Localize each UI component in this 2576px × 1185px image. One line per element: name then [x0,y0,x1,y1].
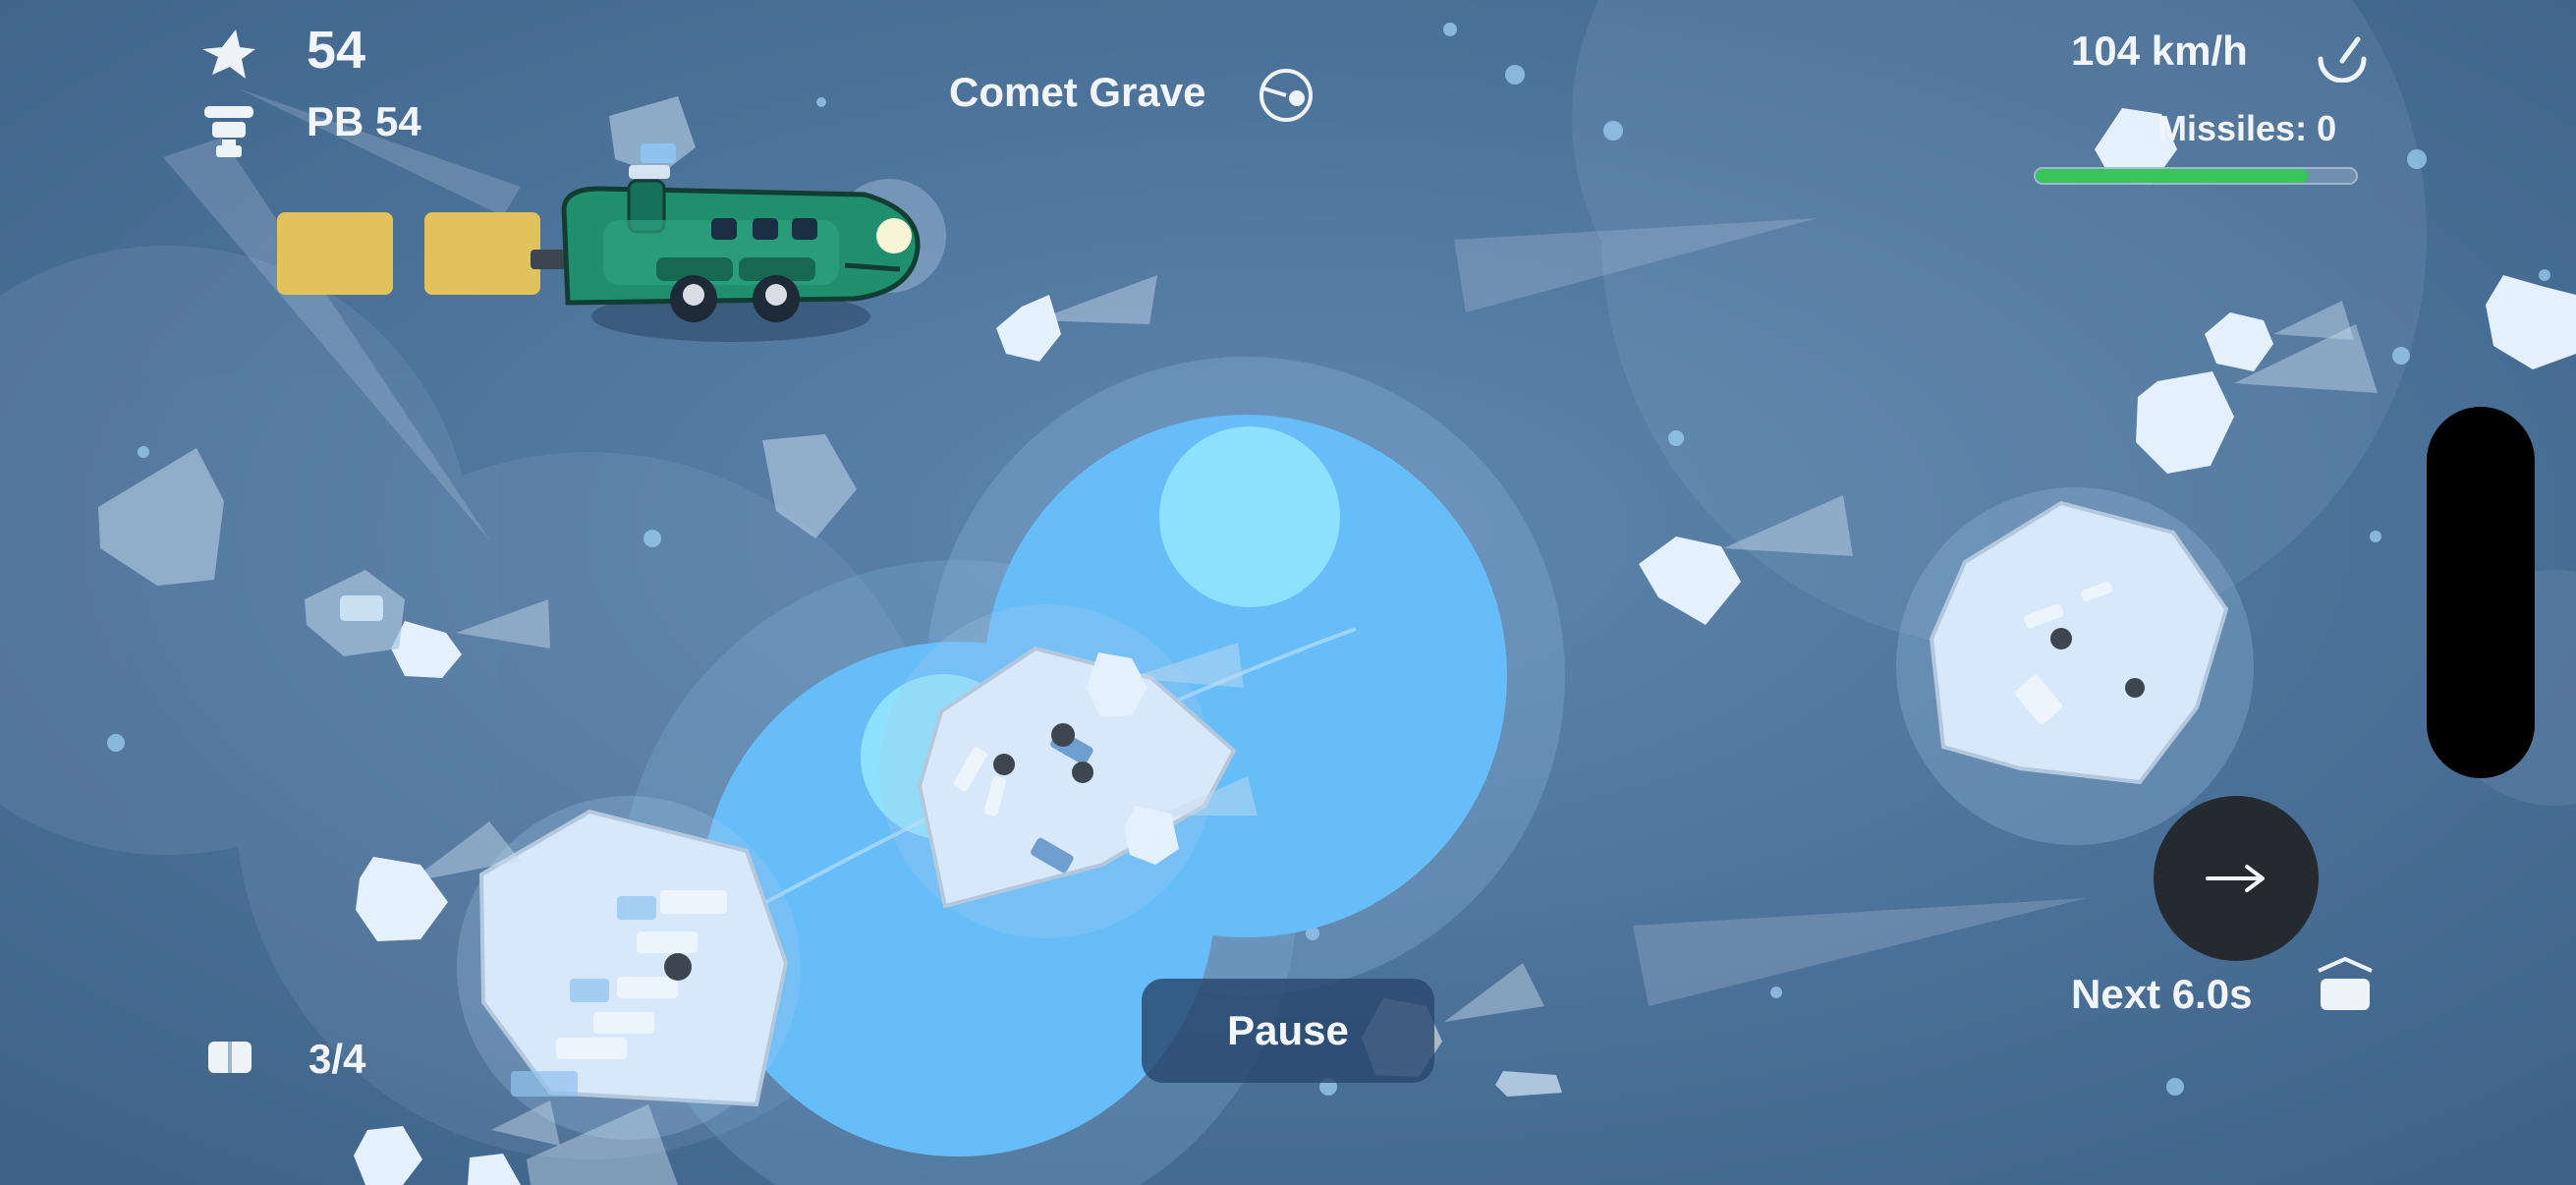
train-cars-count: 3/4 [308,1036,366,1082]
next-timer: Next 6.0s [2071,971,2253,1017]
train-car [277,212,393,295]
speed-value: 104 km/h [2071,28,2248,74]
trophy-icon [204,106,253,157]
next-button[interactable] [2154,796,2319,961]
level-name: Comet Grave [949,69,1206,115]
score-value: 54 [307,21,366,80]
missiles-value: Missiles: 0 [2157,108,2337,148]
arrow-right-icon [2206,865,2265,892]
personal-best-value: PB 54 [307,98,421,144]
speedometer-icon [2318,36,2367,83]
train-car-icon [208,1042,252,1073]
pause-button[interactable]: Pause [1142,979,1434,1083]
missile-charge-bar [2034,167,2358,185]
side-handle [2427,407,2535,778]
crate-icon [2318,957,2373,1010]
train-car [424,212,540,295]
star-icon [202,29,255,79]
gauge-icon [1260,69,1313,122]
missile-charge-fill [2036,169,2309,183]
